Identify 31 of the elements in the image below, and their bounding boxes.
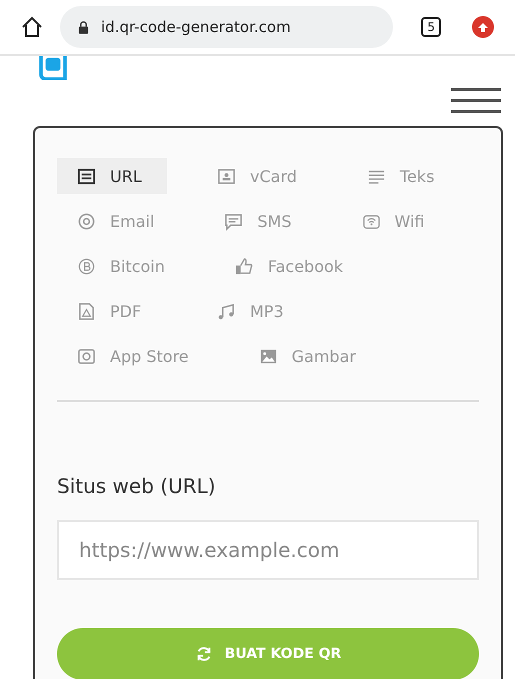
generate-qr-button[interactable]: BUAT KODE QR bbox=[57, 628, 479, 679]
field-label: Situs web (URL) bbox=[57, 474, 217, 498]
menu-icon[interactable] bbox=[451, 86, 501, 116]
type-tab[interactable]: Facebook bbox=[214, 248, 364, 284]
type-tab[interactable]: SMS bbox=[204, 203, 312, 239]
chat-bubble-icon bbox=[224, 212, 244, 230]
list-icon bbox=[77, 166, 96, 186]
type-tab[interactable]: Email bbox=[57, 203, 174, 239]
home-icon[interactable] bbox=[20, 15, 44, 39]
lock-icon bbox=[78, 20, 89, 34]
url-input-field[interactable]: https://www.example.com bbox=[57, 520, 479, 580]
type-tab[interactable]: PDF bbox=[57, 293, 167, 329]
upload-icon[interactable] bbox=[471, 15, 495, 39]
logo-icon[interactable] bbox=[38, 56, 68, 80]
music-note-icon bbox=[217, 302, 236, 320]
type-tab[interactable]: Bitcoin bbox=[57, 248, 185, 284]
refresh-icon bbox=[194, 645, 213, 663]
tab-count[interactable]: 5 bbox=[421, 17, 441, 37]
type-tab[interactable]: Wifi bbox=[342, 203, 445, 239]
contact-card-icon bbox=[217, 166, 236, 186]
bitcoin-icon bbox=[77, 256, 96, 276]
app-icon bbox=[77, 346, 96, 366]
type-tab[interactable]: App Store bbox=[57, 338, 209, 374]
type-tab[interactable]: Teks bbox=[346, 158, 454, 194]
address-bar[interactable]: id.qr-code-generator.com bbox=[60, 6, 394, 48]
type-tab[interactable]: MP3 bbox=[197, 293, 304, 329]
thumbs-up-icon bbox=[234, 256, 254, 276]
type-tab[interactable]: vCard bbox=[197, 158, 317, 194]
type-tab[interactable]: URL bbox=[57, 158, 167, 194]
document-icon bbox=[77, 302, 96, 320]
type-tab[interactable]: Gambar bbox=[238, 338, 376, 374]
